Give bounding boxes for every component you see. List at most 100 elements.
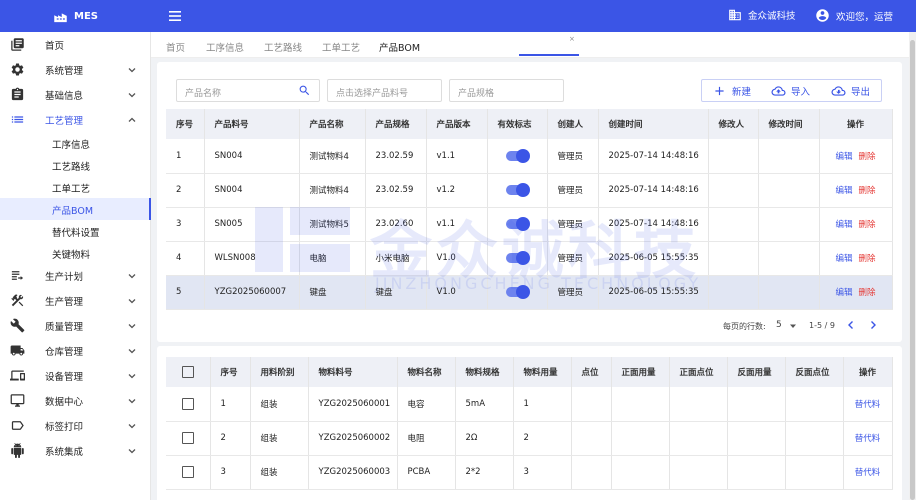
company-selector[interactable]: 金众诚科技 xyxy=(728,8,796,22)
cell-actions: 替代料 xyxy=(843,421,893,456)
delete-link[interactable]: 删除 xyxy=(859,220,876,230)
sidebar-item-system[interactable]: 系统管理 xyxy=(0,57,151,82)
row-checkbox[interactable] xyxy=(181,432,194,444)
dropdown-arrow-icon[interactable] xyxy=(789,322,797,330)
tab-product-bom[interactable]: 产品BOM xyxy=(379,40,420,54)
chevron-right-icon[interactable] xyxy=(867,319,879,331)
sidebar-item-production-plan[interactable]: 生产计划 xyxy=(0,263,151,288)
col-header: 反面点位 xyxy=(785,357,844,387)
cell-actions: 编辑 删除 xyxy=(819,207,893,242)
row-checkbox[interactable] xyxy=(181,397,194,410)
col-header: 产品料号 xyxy=(204,109,300,139)
col-header: 序号 xyxy=(210,357,251,387)
sidebar-item-label: 标签打印 xyxy=(45,422,84,433)
edit-link[interactable]: 编辑 xyxy=(835,254,852,264)
sidebar-subitem-product-bom[interactable]: 产品BOM xyxy=(0,198,151,220)
cell-created: 2025-07-14 14:48:16 xyxy=(598,173,709,208)
product-code-input[interactable]: 点击选择产品料号 xyxy=(327,79,442,102)
delete-link[interactable]: 删除 xyxy=(859,186,876,196)
edit-link[interactable]: 编辑 xyxy=(835,152,852,162)
cell-no: 3 xyxy=(166,207,205,242)
tab-close-icon[interactable]: × xyxy=(569,35,575,43)
export-button[interactable]: 导出 xyxy=(831,80,870,101)
cell-name: PCBA xyxy=(397,455,456,490)
chevron-down-icon xyxy=(128,274,136,279)
search-icon[interactable] xyxy=(298,84,311,97)
edit-link[interactable]: 编辑 xyxy=(835,186,852,196)
cell-valid xyxy=(487,275,548,310)
sidebar-item-integration[interactable]: 系统集成 xyxy=(0,438,151,463)
valid-toggle[interactable] xyxy=(506,148,530,163)
tab-workorder-process[interactable]: 工单工艺 xyxy=(322,40,360,54)
table-row[interactable]: 3 组装 YZG2025060003 PCBA 2*2 3 替代料 xyxy=(166,455,893,490)
select-all-checkbox[interactable] xyxy=(181,366,194,378)
cell-front-point xyxy=(669,387,728,422)
list-icon xyxy=(11,116,24,123)
col-header: 正面用量 xyxy=(611,357,670,387)
brand[interactable]: MES xyxy=(0,0,151,32)
row-checkbox[interactable] xyxy=(181,466,194,478)
chevron-down-icon xyxy=(128,324,136,329)
valid-toggle[interactable] xyxy=(506,216,530,231)
valid-toggle[interactable] xyxy=(506,182,530,197)
chevron-left-icon[interactable] xyxy=(845,319,857,331)
cell-modifier xyxy=(708,275,759,310)
valid-toggle[interactable] xyxy=(506,284,530,299)
sidebar-item-home[interactable]: 首页 xyxy=(0,32,151,57)
sidebar-subitem-process-info[interactable]: 工序信息 xyxy=(0,132,151,154)
sidebar-subitem-key-material[interactable]: 关键物料 xyxy=(0,242,151,264)
substitute-link[interactable]: 替代料 xyxy=(855,468,881,478)
tab-process-info[interactable]: 工序信息 xyxy=(206,40,244,54)
sidebar-item-basic-info[interactable]: 基础信息 xyxy=(0,82,151,107)
table-row[interactable]: 3 SN005 测试物料5 23.02.60 v1.1 管理员 2025-07-… xyxy=(166,207,893,242)
edit-link[interactable]: 编辑 xyxy=(835,288,852,298)
sidebar-item-quality[interactable]: 质量管理 xyxy=(0,313,151,338)
table-row[interactable]: 4 WLSN008 电脑 小米电脑 V1.0 管理员 2025-06-05 15… xyxy=(166,241,893,276)
label-icon xyxy=(11,421,24,430)
tab-process-route[interactable]: 工艺路线 xyxy=(264,40,302,54)
sidebar-item-label-print[interactable]: 标签打印 xyxy=(0,413,151,438)
product-spec-input[interactable]: 产品规格 xyxy=(449,79,564,102)
col-header: 用料阶别 xyxy=(250,357,309,387)
sidebar-item-data-center[interactable]: 数据中心 xyxy=(0,388,151,413)
sidebar-item-warehouse[interactable]: 仓库管理 xyxy=(0,338,151,363)
delete-link[interactable]: 删除 xyxy=(859,288,876,298)
sidebar-subitem-workorder-process[interactable]: 工单工艺 xyxy=(0,176,151,198)
menu-toggle-icon[interactable] xyxy=(168,9,182,23)
table-row[interactable]: 2 SN004 测试物料4 23.02.59 v1.2 管理员 2025-07-… xyxy=(166,173,893,208)
user-menu[interactable]: 欢迎您，运营 xyxy=(815,8,893,23)
sidebar-subitem-process-route[interactable]: 工艺路线 xyxy=(0,154,151,176)
import-button[interactable]: 导入 xyxy=(771,80,810,101)
cell-modified xyxy=(758,207,820,242)
scrollbar-thumb[interactable] xyxy=(910,40,915,500)
sidebar-item-equipment[interactable]: 设备管理 xyxy=(0,363,151,388)
sidebar-subitem-substitute[interactable]: 替代料设置 xyxy=(0,220,151,242)
cloud-upload-icon xyxy=(771,85,786,96)
truck-icon xyxy=(10,345,25,356)
cell-name: 测试物料5 xyxy=(299,207,366,242)
table-row[interactable]: 2 组装 YZG2025060002 电阻 2Ω 2 替代料 xyxy=(166,421,893,456)
product-code-placeholder: 点击选择产品料号 xyxy=(336,89,409,99)
cell-no: 1 xyxy=(166,139,205,174)
product-name-input[interactable]: 产品名称 xyxy=(176,79,320,102)
valid-toggle[interactable] xyxy=(506,250,530,265)
sidebar-item-production[interactable]: 生产管理 xyxy=(0,288,151,313)
new-button[interactable]: 新建 xyxy=(712,80,751,101)
cell-qty: 2 xyxy=(513,421,572,456)
delete-link[interactable]: 删除 xyxy=(859,254,876,264)
cell-modified xyxy=(758,173,820,208)
wrench-icon xyxy=(10,318,25,333)
substitute-link[interactable]: 替代料 xyxy=(855,400,881,410)
new-label: 新建 xyxy=(732,86,752,98)
table-row[interactable]: 1 组装 YZG2025060001 电容 5mA 1 替代料 xyxy=(166,387,893,422)
substitute-link[interactable]: 替代料 xyxy=(855,434,881,444)
cell-spec: 2*2 xyxy=(455,455,514,490)
sidebar-item-process[interactable]: 工艺管理 xyxy=(0,107,151,132)
table-row[interactable]: 1 SN004 测试物料4 23.02.59 v1.1 管理员 2025-07-… xyxy=(166,139,893,174)
tab-home[interactable]: 首页 xyxy=(166,40,185,54)
edit-link[interactable]: 编辑 xyxy=(835,220,852,230)
table-row-selected[interactable]: 5 YZG2025060007 键盘 键盘 V1.0 管理员 2025-06-0… xyxy=(166,275,893,310)
col-header: 物料规格 xyxy=(455,357,514,387)
delete-link[interactable]: 删除 xyxy=(859,152,876,162)
rows-per-page-select[interactable]: 5 xyxy=(776,320,782,330)
